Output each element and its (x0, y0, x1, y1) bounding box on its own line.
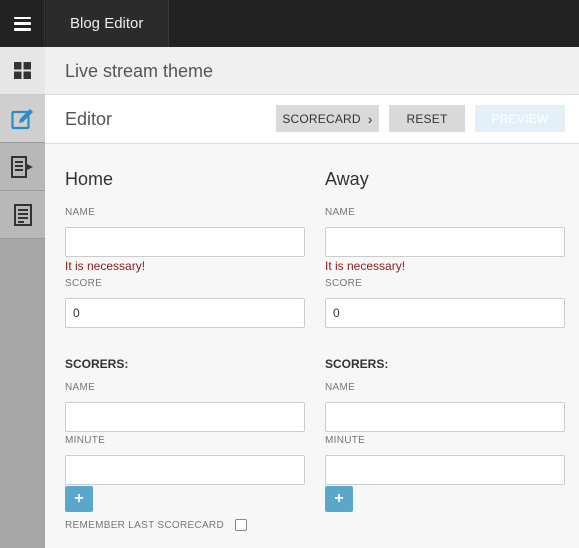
remember-scorecard-option: REMEMBER LAST SCORECARD (65, 519, 247, 531)
home-scorers-title: SCORERS: (65, 357, 129, 371)
home-scorer-name-input[interactable] (65, 402, 305, 432)
chevron-right-icon: › (367, 110, 373, 127)
reset-button[interactable]: RESET (389, 105, 465, 132)
page-title: Live stream theme (65, 61, 214, 81)
home-scorer-name-label: NAME (65, 382, 96, 393)
away-minute-label: MINUTE (325, 435, 366, 446)
home-score-label: SCORE (65, 278, 103, 289)
away-score-input[interactable] (325, 298, 565, 328)
sidebar (0, 47, 45, 548)
sidebar-item-dashboard[interactable] (0, 47, 45, 95)
away-name-label: NAME (325, 207, 356, 218)
app-title: Blog Editor (70, 15, 144, 32)
away-title: Away (325, 169, 369, 189)
away-add-scorer-button[interactable]: + (325, 486, 353, 512)
edit-pencil-icon (10, 108, 33, 129)
remember-scorecard-label: REMEMBER LAST SCORECARD (65, 519, 224, 531)
app-title-tab[interactable]: Blog Editor (46, 0, 169, 47)
home-score-input[interactable] (65, 298, 305, 328)
editor-toolbar: Editor SCORECARD › RESET PREVIEW (45, 95, 579, 144)
scorecard-button-label: SCORECARD (282, 111, 361, 126)
home-title: Home (65, 169, 114, 189)
remember-scorecard-checkbox[interactable] (234, 519, 247, 531)
hamburger-menu-icon[interactable] (0, 0, 45, 47)
home-add-scorer-button[interactable]: + (65, 486, 93, 512)
away-name-input[interactable] (325, 227, 565, 257)
away-scorers-title: SCORERS: (325, 357, 389, 371)
editor-content: Home NAME It is necessary! SCORE SCORERS… (45, 145, 579, 548)
sidebar-item-documents[interactable] (0, 191, 45, 239)
sidebar-item-export[interactable] (0, 143, 45, 191)
away-scorer-name-label: NAME (325, 382, 356, 393)
home-name-error: It is necessary! (65, 259, 146, 273)
export-document-icon (10, 155, 33, 178)
home-minute-input[interactable] (65, 455, 305, 485)
away-score-label: SCORE (325, 278, 363, 289)
away-minute-input[interactable] (325, 455, 565, 485)
scorecard-button[interactable]: SCORECARD › (276, 105, 379, 132)
editor-title: Editor (65, 109, 113, 129)
home-minute-label: MINUTE (65, 435, 106, 446)
top-bar: Blog Editor (0, 0, 579, 47)
home-name-input[interactable] (65, 227, 305, 257)
home-name-label: NAME (65, 207, 96, 218)
away-scorer-name-input[interactable] (325, 402, 565, 432)
document-list-icon (13, 203, 32, 226)
away-name-error: It is necessary! (325, 259, 406, 273)
dashboard-grid-icon (14, 62, 31, 79)
sidebar-item-editor[interactable] (0, 95, 45, 143)
page-header: Live stream theme (45, 47, 579, 95)
preview-button[interactable]: PREVIEW (475, 105, 565, 132)
